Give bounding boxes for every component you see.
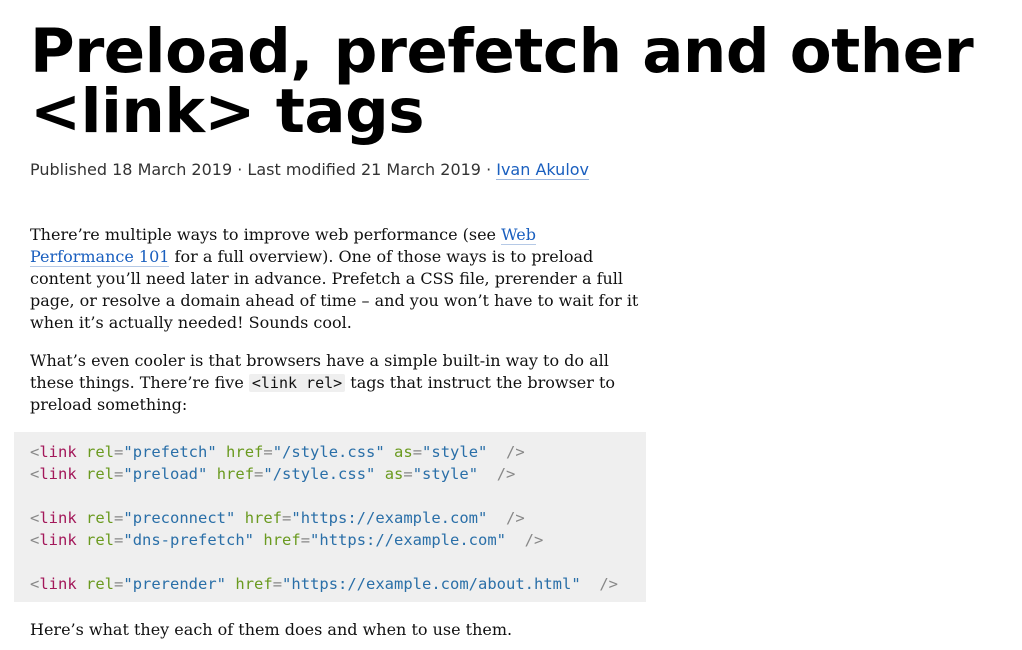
code-attr-value: "prefetch" — [123, 443, 217, 461]
title-line-2: <link> tags — [30, 76, 425, 147]
code-attr-name: href — [226, 443, 264, 461]
code-block: <link rel="prefetch" href="/style.css" a… — [14, 432, 646, 602]
code-equals: = — [114, 443, 124, 461]
code-line: <link rel="dns-prefetch" href="https://e… — [30, 529, 630, 551]
code-attr-value: "style" — [412, 465, 479, 483]
code-tag-name: link — [39, 575, 77, 593]
code-equals: = — [263, 443, 273, 461]
code-tag-name: link — [39, 443, 77, 461]
code-attr-value: "prerender" — [123, 575, 227, 593]
intro-text-before: There’re multiple ways to improve web pe… — [30, 225, 502, 244]
publish-dates: Published 18 March 2019 · Last modified … — [30, 160, 497, 179]
code-attr-name: as — [394, 443, 413, 461]
code-self-close: /> — [506, 509, 525, 527]
article-meta: Published 18 March 2019 · Last modified … — [30, 160, 590, 180]
code-equals: = — [114, 575, 124, 593]
code-equals: = — [282, 509, 292, 527]
code-self-close: /> — [524, 531, 544, 549]
code-bracket: < — [30, 531, 40, 549]
code-line: <link rel="prefetch" href="/style.css" a… — [30, 441, 630, 463]
code-attr-value: "preload" — [123, 465, 208, 483]
code-attr-name: rel — [86, 531, 115, 549]
second-paragraph: What’s even cooler is that browsers have… — [30, 350, 640, 416]
code-attr-name: rel — [86, 443, 115, 461]
code-equals: = — [114, 531, 124, 549]
author-link[interactable]: Ivan Akulov — [496, 160, 590, 180]
code-attr-value: "/style.css" — [272, 443, 385, 461]
code-attr-name: href — [235, 575, 273, 593]
code-line: <link rel="preload" href="/style.css" as… — [30, 463, 630, 485]
third-paragraph: Here’s what they each of them does and w… — [30, 620, 513, 639]
code-equals: = — [114, 509, 124, 527]
code-attr-value: "https://example.com" — [291, 509, 488, 527]
code-attr-name: rel — [86, 575, 115, 593]
code-bracket: < — [30, 443, 40, 461]
code-attr-value: "https://example.com" — [310, 531, 506, 549]
code-self-close: /> — [599, 575, 618, 593]
code-self-close: /> — [496, 465, 516, 483]
intro-paragraph: There’re multiple ways to improve web pe… — [30, 224, 640, 334]
code-equals: = — [300, 531, 311, 549]
code-attr-name: rel — [86, 509, 115, 527]
code-attr-name: href — [244, 509, 283, 527]
code-attr-value: "/style.css" — [263, 465, 376, 483]
code-attr-value: "https://example.com/about.html" — [282, 575, 581, 593]
code-equals: = — [403, 465, 413, 483]
code-bracket: < — [30, 509, 40, 527]
code-equals: = — [272, 575, 283, 593]
code-tag-name: link — [39, 509, 77, 527]
code-attr-name: href — [216, 465, 255, 483]
code-attr-value: "dns-prefetch" — [123, 531, 255, 549]
code-attr-value: "style" — [422, 443, 488, 461]
code-tag-name: link — [39, 531, 77, 549]
code-equals: = — [412, 443, 423, 461]
inline-code-link-rel: <link rel> — [248, 374, 346, 392]
code-tag-name: link — [39, 465, 77, 483]
code-attr-name: href — [263, 531, 301, 549]
code-line: <link rel="preconnect" href="https://exa… — [30, 507, 630, 529]
code-attr-value: "preconnect" — [123, 509, 236, 527]
code-bracket: < — [30, 575, 40, 593]
code-self-close: /> — [506, 443, 525, 461]
code-bracket: < — [30, 465, 40, 483]
code-attr-name: as — [384, 465, 404, 483]
code-line: <link rel="prerender" href="https://exam… — [30, 573, 630, 595]
code-attr-name: rel — [86, 465, 115, 483]
code-equals: = — [254, 465, 264, 483]
page-title: Preload, prefetch and other <link> tags — [30, 21, 1010, 142]
code-equals: = — [114, 465, 124, 483]
